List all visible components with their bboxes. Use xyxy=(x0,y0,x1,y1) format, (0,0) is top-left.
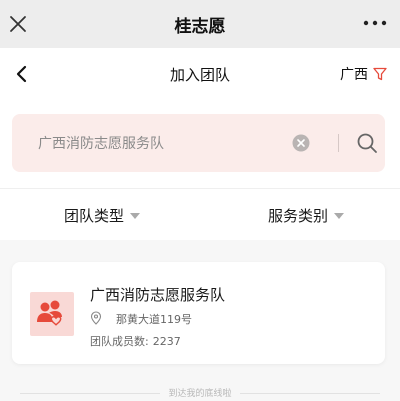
team-name: 广西消防志愿服务队 xyxy=(90,286,226,304)
chevron-left-icon[interactable] xyxy=(10,62,34,86)
app-title: 桂志愿 xyxy=(174,16,226,37)
team-type-dropdown[interactable]: 团队类型 xyxy=(64,205,141,226)
caret-down-icon xyxy=(130,212,141,219)
clear-icon[interactable] xyxy=(292,134,310,152)
page-title: 加入团队 xyxy=(169,65,230,84)
more-icon[interactable] xyxy=(362,18,388,28)
team-card[interactable]: 广西消防志愿服务队 那黄大道119号 团队成员数: 2237 xyxy=(12,262,385,364)
members-count: 2237 xyxy=(152,335,181,348)
list-end-indicator: 到达我的底线啦 xyxy=(0,386,400,400)
search-area: 广西消防志愿服务队 xyxy=(0,100,400,188)
search-input[interactable]: 广西消防志愿服务队 xyxy=(38,133,164,153)
service-category-dropdown[interactable]: 服务类别 xyxy=(268,205,345,226)
app-title-bar: 桂志愿 xyxy=(0,0,400,48)
members-label: 团队成员数: xyxy=(90,335,149,348)
page-header: 加入团队 广西 xyxy=(0,48,400,100)
divider-line xyxy=(240,393,380,394)
team-members: 团队成员数: 2237 xyxy=(90,333,181,349)
caret-down-icon xyxy=(334,212,345,219)
close-icon[interactable] xyxy=(6,12,30,36)
region-label: 广西 xyxy=(340,67,368,83)
search-box[interactable]: 广西消防志愿服务队 xyxy=(12,114,385,172)
team-list: 广西消防志愿服务队 那黄大道119号 团队成员数: 2237 到达我的底线啦 xyxy=(0,240,400,401)
team-avatar xyxy=(30,292,74,336)
funnel-icon[interactable] xyxy=(372,66,388,82)
team-type-label: 团队类型 xyxy=(64,207,125,225)
team-address: 那黄大道119号 xyxy=(116,313,192,326)
search-icon[interactable] xyxy=(355,131,379,155)
filter-bar: 团队类型 服务类别 xyxy=(0,188,400,240)
team-users-icon xyxy=(37,300,62,326)
search-divider xyxy=(338,134,339,152)
service-category-label: 服务类别 xyxy=(268,207,329,225)
location-pin-icon xyxy=(90,311,102,325)
region-selector[interactable]: 广西 xyxy=(340,62,388,86)
